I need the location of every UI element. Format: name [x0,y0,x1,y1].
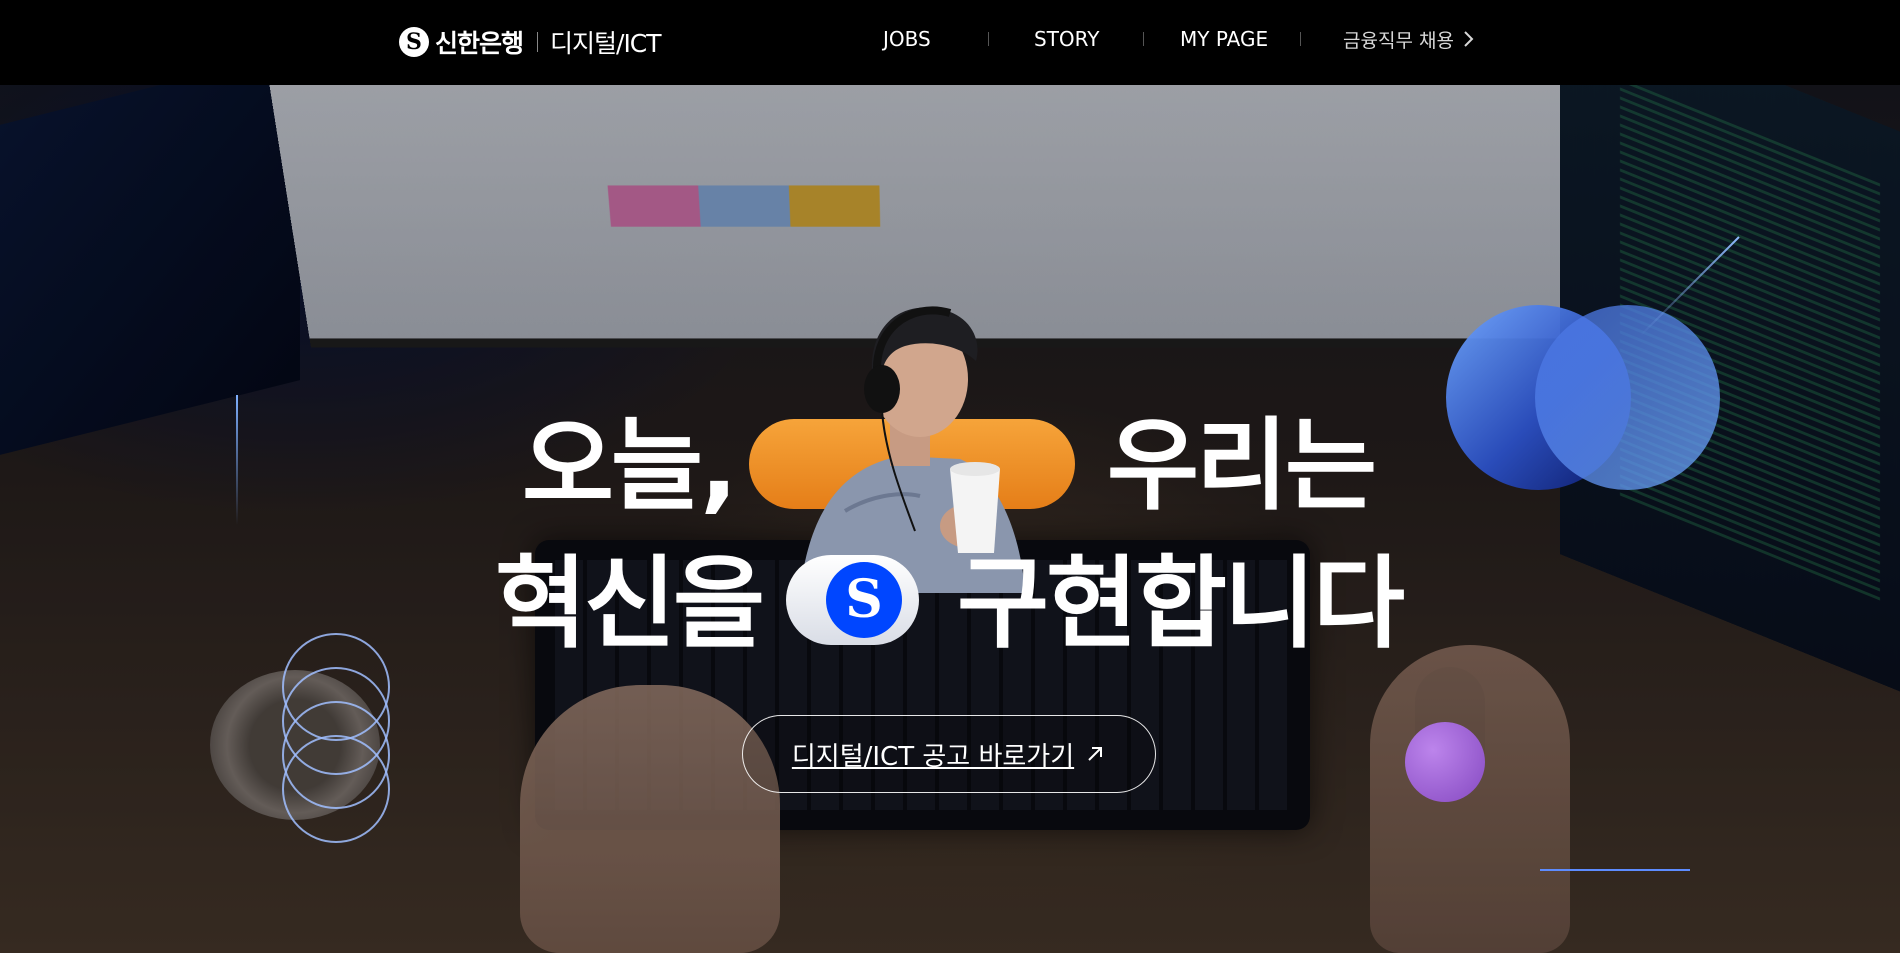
nav-divider [1300,32,1301,46]
nav-story[interactable]: STORY [1034,24,1100,54]
headline-word: 구현합니다 [957,545,1405,662]
nav-divider [988,32,989,46]
nav-story-link[interactable]: STORY [1034,27,1100,51]
nav-finance-jobs-link[interactable]: 금융직무 채용 [1343,26,1454,53]
chevron-right-icon [1464,31,1474,47]
hero-section: 오늘, 우리는 혁신을 S 구현합니다 디지털/ICT 공고 바로가기 [0,85,1900,953]
nav-finance-jobs[interactable]: 금융직무 채용 [1343,24,1476,54]
nav-jobs-link[interactable]: JOBS [883,27,931,51]
headline-word: 혁신을 [495,545,765,662]
site-logo[interactable]: S 신한은행 디지털/ICT [399,26,662,58]
top-header: S 신한은행 디지털/ICT JOBS STORY MY PAGE 금융직무 채… [0,0,1900,85]
cta-label: 디지털/ICT 공고 바로가기 [791,741,1075,772]
nav-mypage-link[interactable]: MY PAGE [1180,27,1268,51]
headline-word: 오늘, [522,407,738,524]
shinhan-logo-icon: S [399,27,429,57]
logo-bank-name: 신한은행 [435,29,524,58]
headline-word: 우리는 [1107,407,1377,524]
headline-white-pill: S [786,555,919,645]
digital-ict-jobs-button[interactable]: 디지털/ICT 공고 바로가기 [742,715,1156,793]
hero-headline: 오늘, 우리는 혁신을 S 구현합니다 [0,85,1900,953]
nav-jobs[interactable]: JOBS [883,24,931,54]
page: S 신한은행 디지털/ICT JOBS STORY MY PAGE 금융직무 채… [0,0,1900,953]
shinhan-badge-icon: S [826,562,902,638]
logo-section-name: 디지털/ICT [550,29,662,58]
nav-mypage[interactable]: MY PAGE [1180,24,1268,54]
nav-divider [1143,32,1144,46]
arrow-up-right-icon [1088,747,1103,761]
logo-divider [537,32,539,52]
